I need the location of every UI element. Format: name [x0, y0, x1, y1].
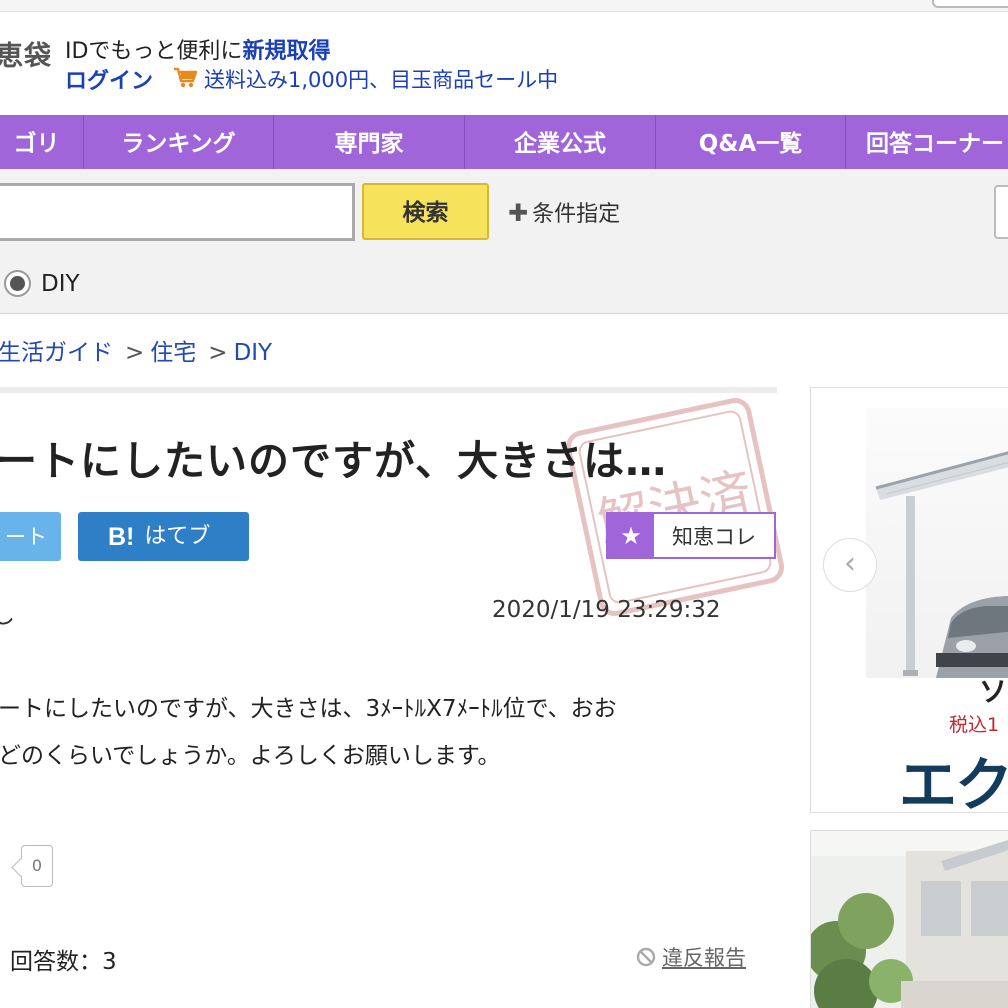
like-count-badge: 0 — [21, 845, 53, 887]
carport-illustration — [875, 451, 1008, 678]
chie-collection-label: 知恵コレ — [672, 524, 756, 549]
breadcrumb-item-housing[interactable]: 住宅 — [150, 340, 196, 366]
top-strip — [0, 0, 1008, 12]
breadcrumb-item-diy[interactable]: DIY — [234, 340, 273, 366]
ad-brand-logo[interactable]: エクス — [899, 738, 1008, 812]
site-logo[interactable]: 恵袋 — [0, 34, 52, 73]
breadcrumb-separator: > — [125, 340, 145, 366]
content-divider — [0, 387, 777, 393]
nav-answer-corner[interactable]: 回答コーナー — [845, 115, 1008, 169]
resolved-stamp-icon: 解決済 — [565, 397, 785, 617]
question-body-line: どのくらいでしょうか。よろしくお願いします。 — [0, 743, 501, 769]
shipping-promo-link[interactable]: 送料込み1,000円、目玉商品セール中 — [204, 64, 558, 94]
answer-count: 回答数：3 — [10, 949, 117, 975]
breadcrumb-separator: > — [208, 340, 228, 366]
report-link[interactable]: 違反報告 — [662, 942, 746, 972]
ad-product-name[interactable]: ソ — [979, 670, 1007, 710]
top-right-tab — [932, 0, 1008, 8]
search-button[interactable]: 検索 — [362, 183, 489, 240]
nav-qa-list[interactable]: Q&A一覧 — [655, 115, 845, 169]
report-violation[interactable]: 違反報告 — [636, 942, 746, 972]
carousel-prev-button[interactable]: ‹ — [823, 538, 877, 592]
question-body: ートにしたいのですが、大きさは、3ﾒｰﾄﾙX7ﾒｰﾄﾙ位で、おお どのくらいでし… — [0, 686, 778, 780]
tweet-button[interactable]: ート — [0, 512, 61, 561]
nav-ranking[interactable]: ランキング — [83, 115, 273, 169]
house-photo — [811, 831, 1008, 1008]
breadcrumb-item-life-guide[interactable]: 生活ガイド — [0, 340, 113, 366]
question-body-line: ートにしたいのですが、大きさは、3ﾒｰﾄﾙX7ﾒｰﾄﾙ位で、おお — [0, 696, 617, 722]
main-nav: ゴリ ランキング 専門家 企業公式 Q&A一覧 回答コーナー — [0, 115, 1008, 169]
search-conditions-label: 条件指定 — [532, 202, 621, 227]
chie-collection-button[interactable]: ★ 知恵コレ — [606, 512, 776, 559]
radio-label-diy: DIY — [41, 270, 80, 297]
category-radio[interactable]: DIY — [4, 270, 80, 297]
breadcrumb: 生活ガイド > 住宅 > DIY — [0, 333, 272, 367]
plus-icon: ✚ — [508, 199, 529, 227]
hatena-bookmark-icon: B! — [108, 522, 135, 551]
id-promo: IDでもっと便利に新規取得 — [65, 33, 330, 65]
hatena-bookmark-label: はてブ — [144, 523, 211, 549]
sidebar-ad-carport[interactable]: ‹ ソ 税込1 エクス — [810, 387, 1008, 813]
nav-experts[interactable]: 専門家 — [273, 115, 464, 169]
ad-product-price: 税込1 — [949, 714, 1000, 736]
cart-icon — [174, 67, 198, 88]
hatena-bookmark-button[interactable]: B! はてブ — [78, 512, 249, 561]
search-area: 検索 ✚ 条件指定 DIY — [0, 169, 1008, 314]
id-promo-text: IDでもっと便利に — [65, 39, 243, 64]
search-input[interactable] — [0, 183, 355, 241]
nav-category[interactable]: ゴリ — [0, 115, 83, 169]
search-conditions-toggle[interactable]: ✚ 条件指定 — [508, 196, 620, 228]
nav-official[interactable]: 企業公式 — [464, 115, 655, 169]
prohibited-icon — [636, 947, 656, 967]
star-icon: ★ — [608, 514, 654, 557]
login-link[interactable]: ログイン — [65, 63, 153, 95]
product-image[interactable] — [866, 408, 1008, 678]
radio-selected-icon[interactable] — [4, 270, 31, 297]
posted-timestamp: 2020/1/19 23:29:32 — [492, 597, 721, 623]
register-link[interactable]: 新規取得 — [242, 39, 330, 64]
right-edge-control[interactable] — [994, 185, 1008, 239]
sidebar-ad-house[interactable] — [810, 830, 1008, 1008]
questioner-name[interactable]: し — [0, 596, 15, 630]
question-title: ートにしたいのですが、大きさは… — [0, 437, 668, 485]
